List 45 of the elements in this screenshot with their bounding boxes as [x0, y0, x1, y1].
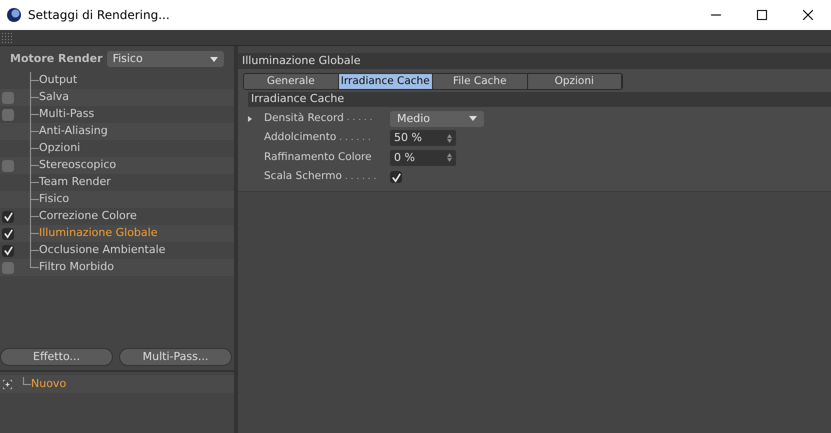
- tree-item[interactable]: Illuminazione Globale: [0, 225, 234, 242]
- checkbox[interactable]: [2, 92, 14, 104]
- spinner-icon: [447, 134, 452, 143]
- caret-icon: [210, 56, 218, 62]
- window-title: Settaggi di Rendering...: [28, 7, 170, 24]
- renderer-dropdown[interactable]: Fisico: [106, 51, 224, 67]
- param-label: Addolcimento: [264, 130, 336, 146]
- tab[interactable]: File Cache: [433, 74, 528, 89]
- checkbox[interactable]: [2, 228, 14, 240]
- preset-item[interactable]: Nuovo: [31, 376, 66, 392]
- tab[interactable]: Generale: [244, 74, 338, 89]
- maximize-icon[interactable]: [757, 10, 767, 20]
- section-title: Irradiance Cache: [248, 92, 831, 107]
- tree-item[interactable]: Filtro Morbido: [0, 259, 234, 276]
- checkbox[interactable]: [2, 244, 14, 256]
- param-label: Scala Schermo: [264, 169, 342, 184]
- expand-arrow-icon[interactable]: [248, 116, 252, 122]
- checkbox[interactable]: [2, 262, 14, 274]
- checkbox[interactable]: [2, 108, 14, 120]
- param-label: Raffinamento Colore: [264, 150, 372, 165]
- checkbox[interactable]: [2, 210, 14, 222]
- leader-dots: . . . . .: [346, 112, 373, 125]
- tree-item[interactable]: Stereoscopico: [0, 157, 234, 174]
- multipass-button[interactable]: Multi-Pass...: [119, 348, 232, 366]
- effect-button[interactable]: Effetto...: [0, 348, 113, 366]
- tree-item[interactable]: Anti-Aliasing: [0, 123, 234, 140]
- checkbox[interactable]: [390, 171, 402, 184]
- leader-dots: . . . . . .: [344, 170, 376, 184]
- close-icon[interactable]: [803, 10, 813, 20]
- renderer-label: Motore Render: [10, 50, 103, 67]
- checkbox[interactable]: [2, 160, 14, 172]
- param-label: Densità Record: [264, 110, 344, 126]
- tree-item[interactable]: Salva: [0, 89, 234, 106]
- caret-icon: [469, 116, 477, 122]
- add-icon[interactable]: [3, 380, 12, 388]
- panel-title: Illuminazione Globale: [238, 53, 831, 69]
- leader-dots: . . . . . .: [339, 132, 371, 144]
- number-field[interactable]: 0 %: [390, 150, 456, 166]
- spinner-icon: [447, 153, 452, 162]
- density-dropdown[interactable]: Medio: [390, 110, 484, 127]
- tab[interactable]: Opzioni: [528, 74, 622, 89]
- number-field[interactable]: 50 %: [390, 130, 456, 146]
- tree-item[interactable]: Fisico: [0, 191, 234, 208]
- tab[interactable]: Irradiance Cache: [338, 74, 433, 89]
- app-logo-icon: [6, 7, 22, 23]
